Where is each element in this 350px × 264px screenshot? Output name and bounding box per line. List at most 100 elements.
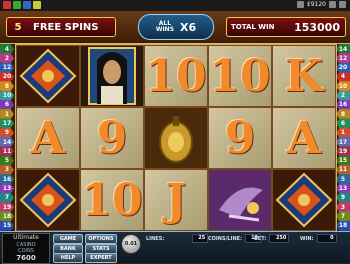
symbol-letter: 9 [96,112,128,164]
reel-symbol: A [17,108,79,168]
payline-marker[interactable]: 3 [0,164,14,175]
symbol-letter: 10 [209,50,271,102]
options-button[interactable]: OPTIONS [85,234,117,244]
game-button[interactable]: GAME [53,234,83,244]
total-win-value: 153000 [294,20,340,34]
cleopatra-scarab-icon [17,46,79,106]
total-win-label: TOTAL WIN [231,23,275,31]
logo-line-1: Ultimate [13,234,39,241]
payline-marker[interactable]: 1 [0,109,14,120]
payline-marker[interactable]: 13 [0,183,14,194]
payline-marker[interactable]: 8 [336,109,350,120]
payline-marker[interactable]: 4 [0,44,14,54]
free-spins-label: FREE SPINS [33,21,99,33]
bet-info: BET: 250 [254,234,290,243]
balance-display: £9120 [306,1,326,8]
system-bar: £9120 [0,0,350,11]
payline-marker[interactable]: 14 [0,137,14,147]
cashier-icon[interactable] [296,1,304,8]
control-panel: Ultimate CASINO COINS 7600 GAME OPTIONS … [0,231,350,264]
payline-marker[interactable]: 6 [336,118,350,129]
payline-marker[interactable]: 5 [0,155,14,166]
lines-value: 25 [192,234,209,243]
payline-marker[interactable]: 13 [336,183,350,194]
payline-marker[interactable]: 15 [336,155,350,166]
payline-marker[interactable]: 2 [0,53,14,64]
game-header: 5 FREE SPINS ALL WINS X6 TOTAL WIN 15300… [0,11,350,44]
payline-marker[interactable]: 7 [0,192,14,203]
multiplier-value: X6 [180,20,197,34]
payline-marker[interactable]: 15 [0,220,14,231]
payline-marker[interactable]: 3 [336,202,350,213]
close-icon[interactable] [339,1,346,8]
lines-label: LINES: [146,235,165,242]
reel-symbol: 9 [81,108,143,168]
casino-logo: Ultimate CASINO COINS 7600 [2,233,50,264]
payline-marker[interactable]: 5 [336,174,350,185]
reel-symbol: 10 [209,46,271,106]
reel-symbol: J [145,170,207,230]
cleopatra-scarab-icon [17,170,79,230]
payline-marker[interactable]: 6 [0,99,14,110]
golden-scarab-icon [145,108,207,168]
symbol-letter: 10 [145,50,207,102]
symbol-letter: A [30,112,66,164]
reel-symbol: 10 [145,46,207,106]
free-spins-count: 5 [14,21,22,33]
symbol-letter: 9 [224,112,256,164]
info-icon[interactable] [33,1,41,9]
symbol-letter: 10 [81,174,143,226]
symbol-letter: K [284,50,324,102]
payline-marker[interactable]: 19 [336,146,350,157]
reel-symbol: A [273,108,335,168]
payline-marker[interactable]: 19 [0,202,14,213]
reel-symbol: 9 [209,108,271,168]
payline-marker[interactable]: 4 [336,71,350,82]
payline-marker[interactable]: 12 [336,53,350,64]
payline-marker[interactable]: 20 [336,62,350,73]
cleopatra-queen-icon [81,46,143,106]
lobby-icon[interactable] [13,1,21,9]
reel-symbol: K [273,46,335,106]
sound-icon[interactable] [23,1,31,9]
payline-marker[interactable]: 12 [0,62,14,73]
win-info: WIN: 0 [300,234,337,243]
payline-marker[interactable]: 18 [336,220,350,231]
menu-icon[interactable] [3,1,11,9]
payline-marker[interactable]: 18 [0,211,14,222]
bet-value: 250 [269,234,290,243]
coin-size-button[interactable]: 0.01 [121,234,141,254]
payline-marker[interactable]: 17 [0,118,14,129]
symbol-letter: J [165,174,187,226]
win-value: 0 [316,234,337,243]
cleopatra-scarab-icon [273,170,335,230]
coins-value: 7600 [16,254,36,262]
payline-marker[interactable]: 14 [336,44,350,54]
system-icons [3,1,41,9]
payline-marker[interactable]: 2 [336,90,350,101]
coins-line-label: COINS/LINE: [208,235,243,242]
payline-marker[interactable]: 9 [0,127,14,138]
bet-label: BET: [254,235,267,242]
payline-marker[interactable]: 11 [336,164,350,175]
payline-marker[interactable]: 1 [336,127,350,138]
payline-marker[interactable]: 7 [336,211,350,222]
payline-marker[interactable]: 10 [336,81,350,92]
golden-bird-icon [209,170,271,230]
reel-grid[interactable]: A 9 10 10 J 10 9 K A [15,44,337,232]
lines-info: LINES: 25 [146,234,209,243]
payline-marker[interactable]: 8 [0,81,14,92]
payline-marker[interactable]: 11 [0,146,14,157]
payline-marker[interactable]: 17 [336,137,350,147]
payline-marker[interactable]: 10 [0,90,14,101]
win-label: WIN: [300,235,314,242]
free-spins-counter: 5 FREE SPINS [6,17,116,37]
payline-marker[interactable]: 9 [336,192,350,203]
payline-marker[interactable]: 16 [336,99,350,110]
payline-marker[interactable]: 20 [0,71,14,82]
payline-marker[interactable]: 16 [0,174,14,185]
reel-symbol: 10 [81,170,143,230]
symbol-letter: A [286,112,322,164]
all-wins-multiplier: ALL WINS X6 [138,14,214,40]
minimize-icon[interactable] [329,1,336,8]
